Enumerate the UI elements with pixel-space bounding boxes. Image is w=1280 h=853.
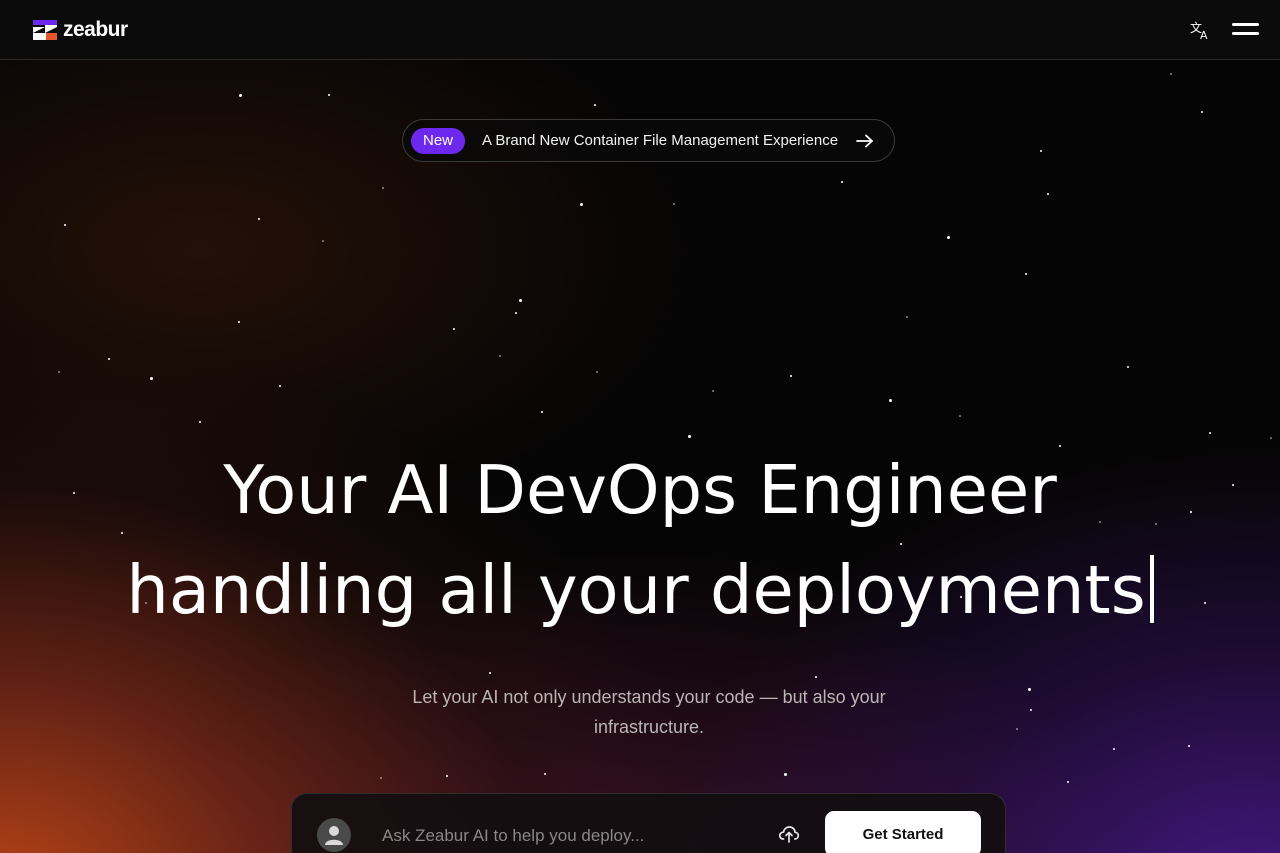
- star-dot: [380, 777, 382, 779]
- star-dot: [453, 328, 455, 330]
- star-dot: [199, 421, 201, 423]
- star-dot: [499, 355, 501, 357]
- star-dot: [784, 773, 787, 776]
- zeabur-logo-mark: [33, 20, 57, 40]
- zeabur-logo[interactable]: zeabur: [33, 18, 128, 42]
- star-dot: [947, 236, 950, 239]
- cloud-upload-icon[interactable]: [777, 822, 801, 846]
- star-dot: [959, 415, 961, 417]
- hamburger-menu-icon[interactable]: [1232, 20, 1259, 38]
- star-dot: [580, 203, 583, 206]
- landing-page: zeabur 文 A New A Brand New Container Fil…: [0, 0, 1280, 853]
- hero-headline-line-1: Your AI DevOps Engineer: [223, 451, 1057, 529]
- star-dot: [1047, 193, 1049, 195]
- ai-prompt-input[interactable]: [380, 822, 764, 850]
- star-dot: [515, 312, 517, 314]
- star-dot: [489, 672, 491, 674]
- hero-headline-line-2-wrapper: handling all your deployments: [0, 540, 1280, 640]
- star-dot: [1127, 366, 1129, 368]
- hero-headline: Your AI DevOps Engineer handling all you…: [0, 440, 1280, 640]
- star-dot: [790, 375, 792, 377]
- get-started-button[interactable]: Get Started: [825, 811, 981, 853]
- star-dot: [673, 203, 675, 205]
- star-dot: [906, 316, 908, 318]
- star-dot: [1188, 745, 1190, 747]
- star-dot: [1113, 748, 1115, 750]
- star-dot: [1016, 728, 1018, 730]
- star-dot: [279, 385, 281, 387]
- top-navigation-bar: zeabur 文 A: [0, 0, 1280, 60]
- logo-wordmark: zeabur: [63, 18, 128, 41]
- announcement-text: A Brand New Container File Management Ex…: [482, 132, 839, 149]
- star-dot: [1025, 273, 1027, 275]
- typing-cursor: [1149, 555, 1154, 623]
- star-dot: [1201, 111, 1203, 113]
- star-dot: [150, 377, 153, 380]
- star-dot: [1270, 437, 1272, 439]
- new-badge: New: [411, 127, 466, 154]
- star-dot: [541, 411, 543, 413]
- star-dot: [596, 371, 598, 373]
- star-dot: [841, 181, 843, 183]
- star-dot: [108, 358, 110, 360]
- star-dot: [1040, 150, 1042, 152]
- arrow-right-icon: [856, 134, 873, 147]
- hero-headline-line-2: handling all your deployments: [126, 551, 1146, 629]
- star-dot: [594, 104, 596, 106]
- star-dot: [688, 435, 691, 438]
- star-dot: [1028, 688, 1031, 691]
- star-dot: [1170, 73, 1172, 75]
- hero-subtitle: Let your AI not only understands your co…: [412, 687, 886, 737]
- star-dot: [1209, 432, 1211, 434]
- star-dot: [889, 399, 892, 402]
- star-dot: [239, 94, 242, 97]
- star-dot: [238, 321, 240, 323]
- star-dot: [544, 773, 546, 775]
- announcement-pill[interactable]: New A Brand New Container File Managemen…: [402, 119, 895, 162]
- star-dot: [64, 224, 66, 226]
- star-dot: [58, 371, 60, 373]
- star-dot: [382, 187, 384, 189]
- star-dot: [519, 299, 522, 302]
- ai-prompt-bar: Get Started: [291, 793, 1006, 853]
- user-avatar-icon: [317, 818, 351, 852]
- star-dot: [1067, 781, 1069, 783]
- svg-text:A: A: [1200, 29, 1208, 40]
- star-dot: [815, 676, 817, 678]
- star-dot: [322, 240, 324, 242]
- translate-icon[interactable]: 文 A: [1189, 19, 1213, 41]
- star-dot: [258, 218, 260, 220]
- star-dot: [1030, 709, 1032, 711]
- star-dot: [446, 775, 448, 777]
- star-dot: [712, 390, 714, 392]
- star-dot: [328, 94, 330, 96]
